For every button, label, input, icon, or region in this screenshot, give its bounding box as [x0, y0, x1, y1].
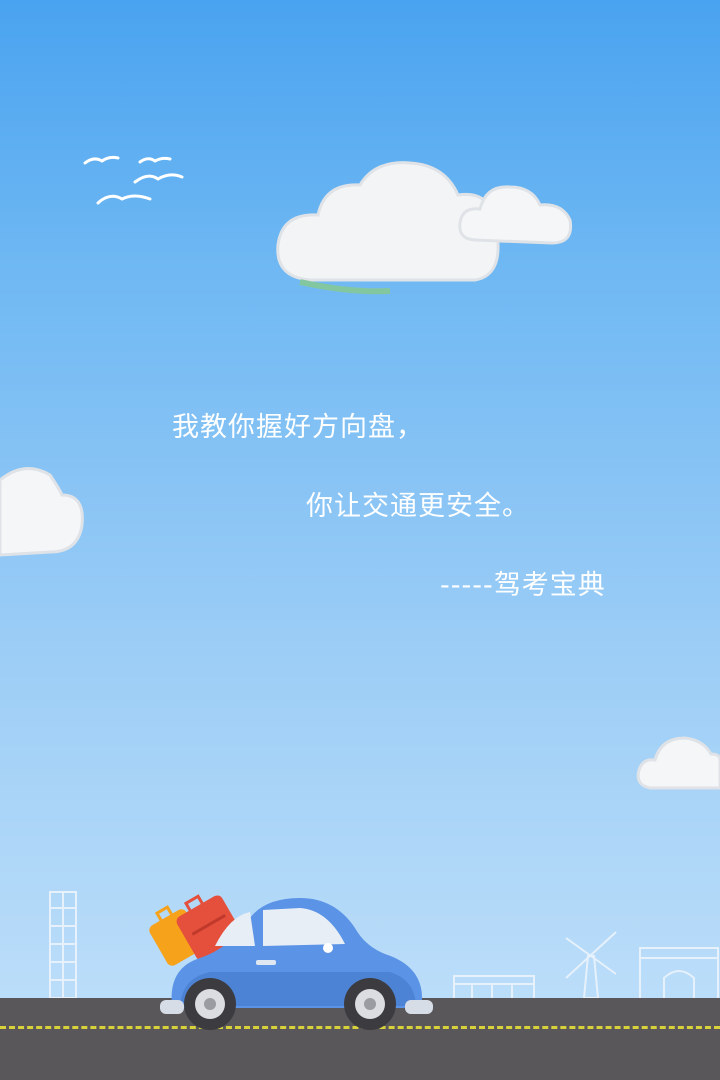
- car-icon: [160, 898, 433, 1030]
- quote-line-1: 我教你握好方向盘，: [172, 412, 424, 443]
- windmill-icon: [565, 931, 617, 999]
- cloud-icon: [636, 736, 720, 790]
- quote-signature: -----驾考宝典: [440, 570, 606, 601]
- arch-icon: [639, 947, 719, 1000]
- tower-icon: [49, 891, 77, 999]
- birds-icon: [83, 155, 184, 205]
- cloud-icon: [0, 467, 84, 557]
- cloud-icon: [276, 161, 573, 295]
- quote-line-2: 你让交通更安全。: [306, 491, 530, 522]
- building-icon: [453, 975, 535, 1000]
